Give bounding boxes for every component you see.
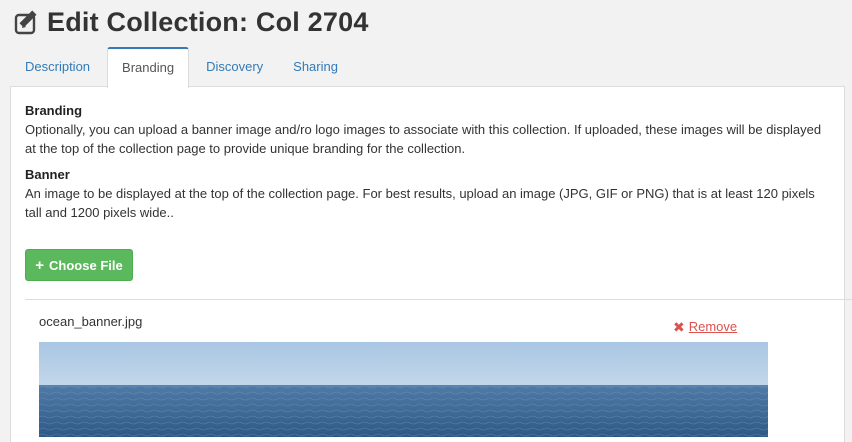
edit-collection-page: Edit Collection: Col 2704 Description Br… [0, 0, 852, 442]
branding-description: Optionally, you can upload a banner imag… [25, 122, 822, 156]
branding-panel: Branding Optionally, you can upload a ba… [10, 86, 852, 442]
tab-branding[interactable]: Branding [107, 47, 190, 88]
tab-sharing[interactable]: Sharing [278, 47, 353, 87]
choose-file-button[interactable]: + Choose File [25, 249, 133, 281]
plus-icon: + [35, 256, 45, 274]
page-header: Edit Collection: Col 2704 [13, 7, 369, 38]
times-icon: ✖ [673, 318, 685, 335]
page-title: Edit Collection: Col 2704 [47, 7, 369, 37]
banner-description: An image to be displayed at the top of t… [25, 186, 815, 220]
uploaded-file-name: ocean_banner.jpg [39, 314, 143, 329]
tab-discovery[interactable]: Discovery [191, 47, 278, 87]
choose-file-label: Choose File [49, 257, 123, 273]
divider [25, 299, 852, 300]
banner-image-preview [39, 342, 768, 437]
remove-label: Remove [688, 319, 738, 334]
branding-heading: Branding [25, 103, 83, 118]
remove-link[interactable]: ✖ Remove [673, 319, 737, 334]
banner-heading: Banner [25, 167, 70, 182]
edit-icon [13, 9, 41, 37]
tab-description[interactable]: Description [10, 47, 105, 87]
tab-bar: Description Branding Discovery Sharing [10, 47, 353, 88]
